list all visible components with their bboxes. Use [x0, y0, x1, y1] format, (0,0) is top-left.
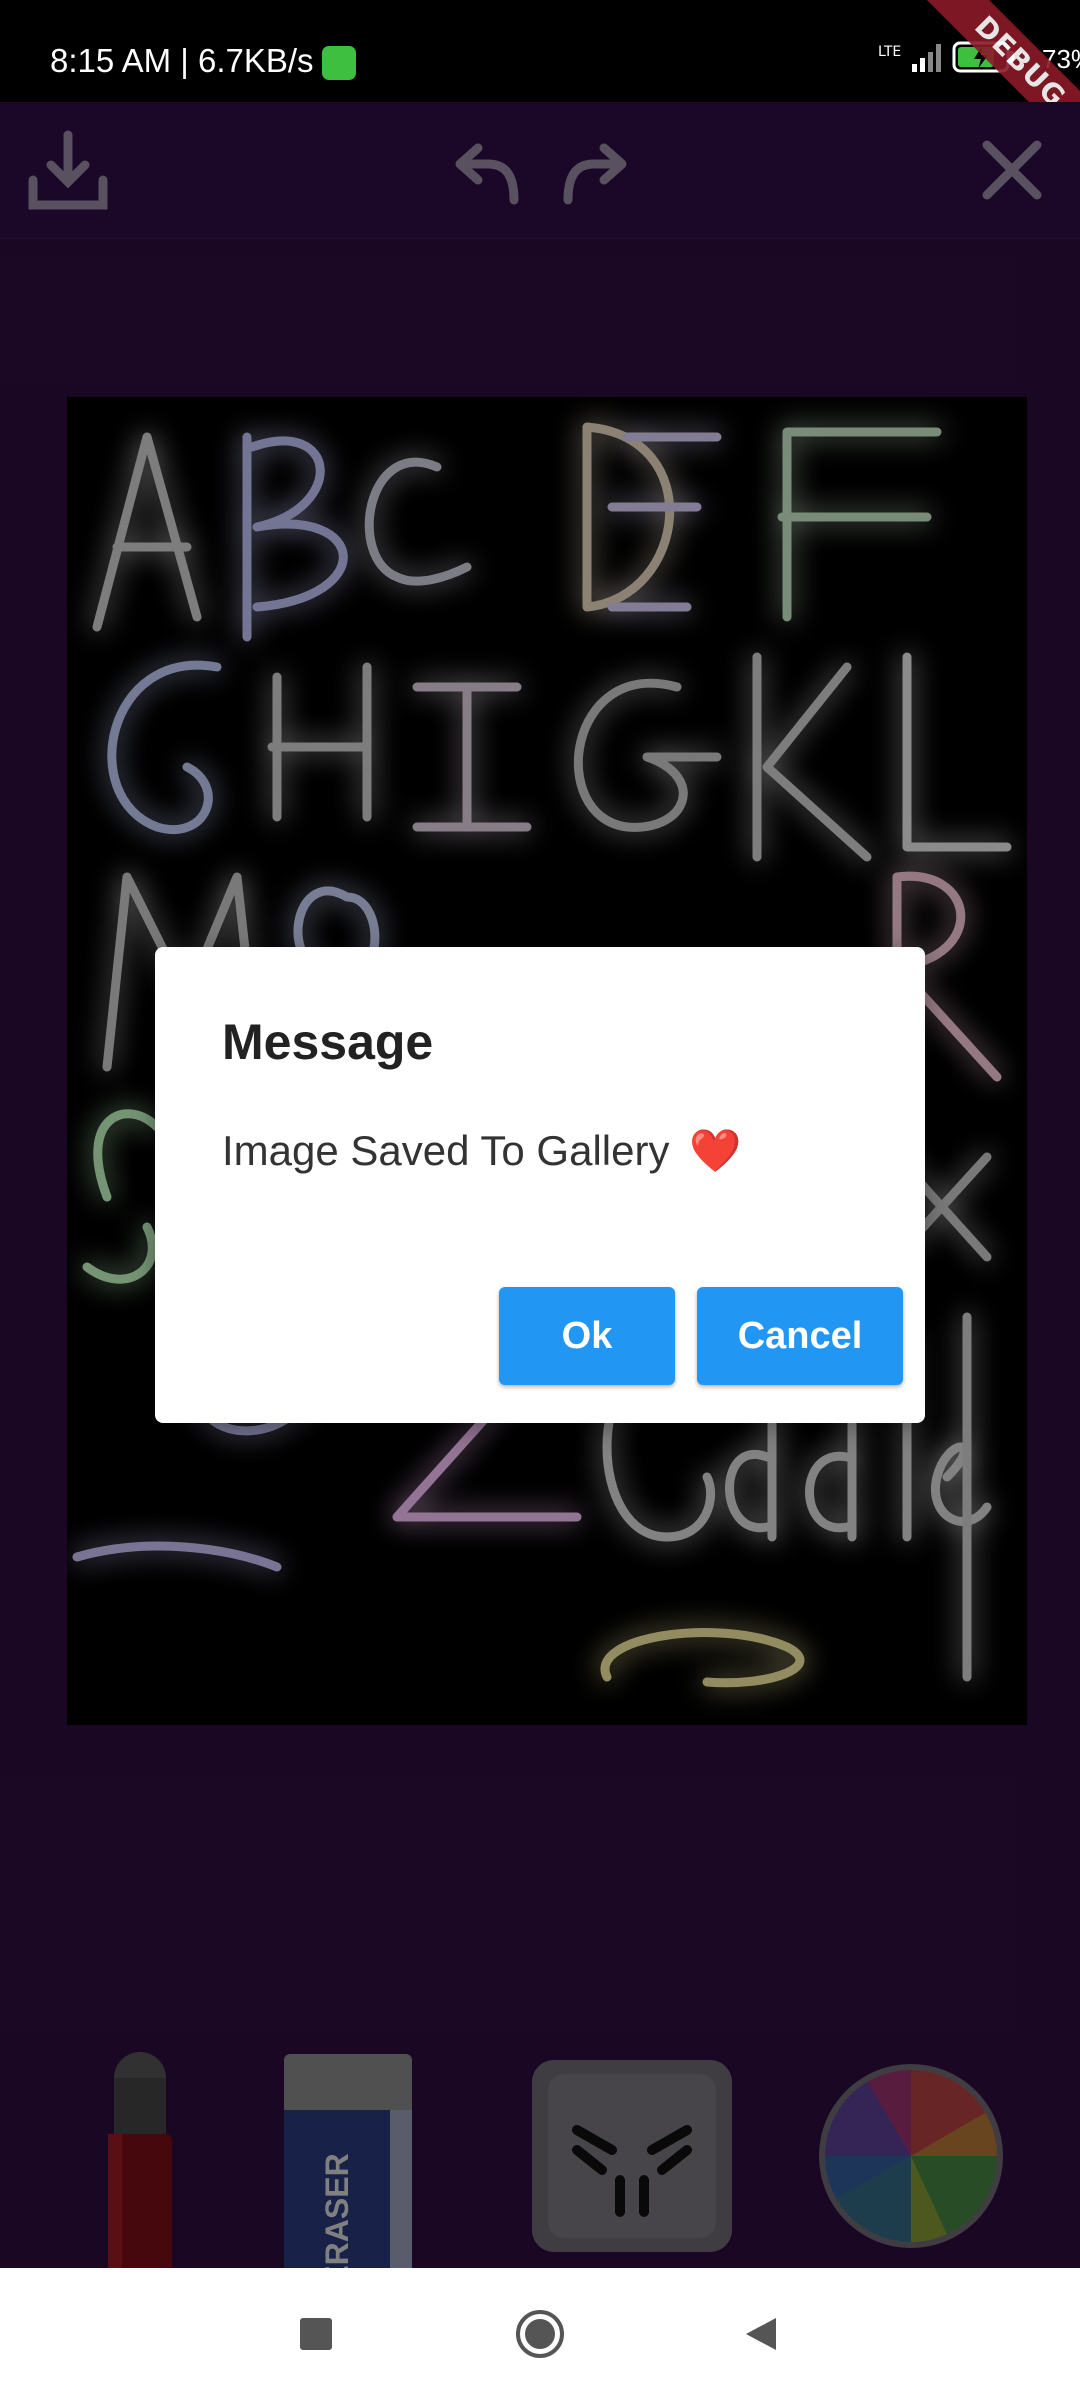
dialog-title: Message: [222, 1014, 434, 1070]
back-button[interactable]: [730, 2304, 790, 2364]
network-type: LTE: [878, 44, 902, 60]
circle-icon: [516, 2310, 564, 2358]
status-bar: 8:15 AM | 6.7KB/s LTE 73% DEBUG: [0, 0, 1080, 170]
system-nav-bar: [0, 2268, 1080, 2400]
heart-icon: ❤️: [689, 1127, 742, 1174]
cancel-button[interactable]: Cancel: [697, 1287, 903, 1385]
home-button[interactable]: [510, 2304, 570, 2364]
signal-icon: [912, 44, 941, 72]
status-time-speed: 8:15 AM | 6.7KB/s: [50, 42, 314, 79]
recents-button[interactable]: [286, 2304, 346, 2364]
message-dialog: Message Image Saved To Gallery ❤️ Ok Can…: [155, 947, 925, 1423]
dialog-message-text: Image Saved To Gallery: [222, 1127, 670, 1174]
ok-button[interactable]: Ok: [499, 1287, 675, 1385]
notification-app-icon: [322, 46, 356, 80]
dialog-message: Image Saved To Gallery ❤️: [222, 1127, 741, 1176]
square-icon: [300, 2318, 332, 2350]
back-triangle-icon: [746, 2318, 776, 2350]
